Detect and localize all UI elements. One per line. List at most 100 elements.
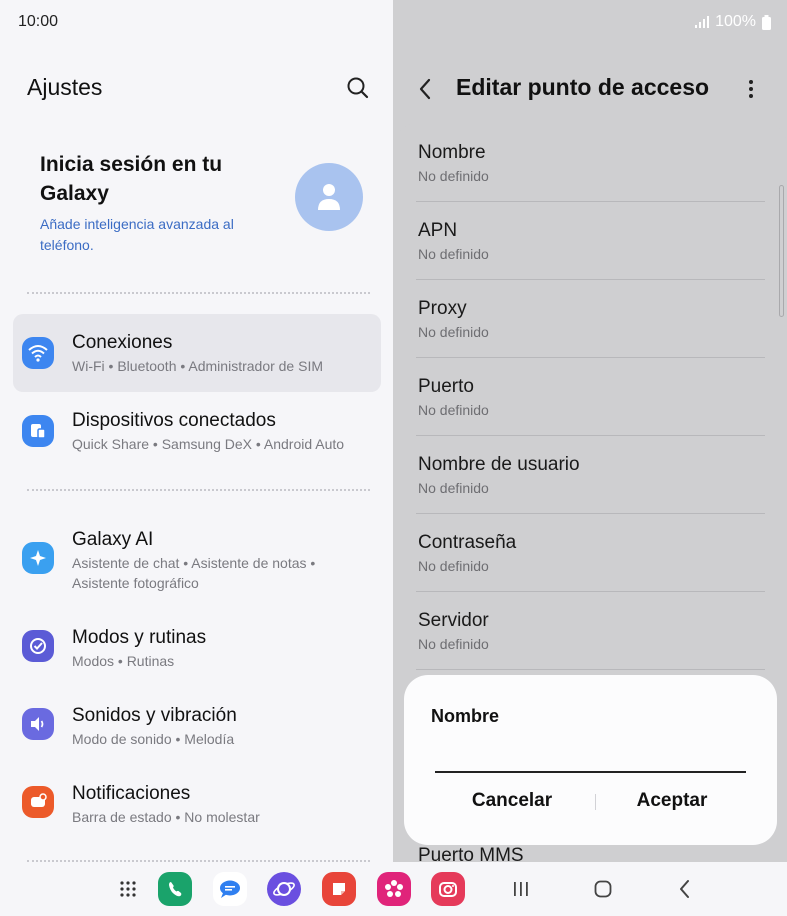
nav-back-button[interactable] — [670, 876, 700, 902]
menu-item-conexiones[interactable]: Conexiones Wi-Fi • Bluetooth • Administr… — [13, 314, 381, 392]
menu-item-notificaciones[interactable]: Notificaciones Barra de estado • No mole… — [13, 766, 381, 844]
home-button[interactable] — [588, 876, 618, 902]
name-dialog: Nombre Cancelar Aceptar — [404, 675, 777, 845]
menu-item-title: Galaxy AI — [72, 529, 154, 550]
check-circle-icon — [22, 630, 54, 662]
apn-row-value: No definido — [418, 558, 489, 574]
menu-item-subtitle: Barra de estado • No molestar — [72, 809, 260, 825]
battery-percent: 100% — [715, 13, 756, 30]
recents-icon — [514, 882, 528, 896]
apn-row-nombre[interactable]: Nombre No definido — [418, 142, 763, 184]
battery-icon — [762, 14, 771, 30]
status-time: 10:00 — [18, 13, 59, 30]
divider — [416, 201, 765, 202]
apn-row-value: No definido — [418, 324, 489, 340]
menu-item-title: Modos y rutinas — [72, 627, 207, 648]
apps-grid-button[interactable] — [111, 872, 145, 906]
apn-row-proxy[interactable]: Proxy No definido — [418, 298, 763, 340]
person-icon — [318, 184, 340, 210]
divider — [416, 591, 765, 592]
more-options-button[interactable] — [743, 76, 759, 102]
apn-row-value: No definido — [418, 168, 489, 184]
settings-pane: 10:00 Ajustes Inicia sesión en tu Galaxy… — [0, 0, 393, 916]
scrollbar[interactable] — [779, 185, 784, 317]
cancel-button[interactable]: Cancelar — [437, 783, 587, 819]
account-signin[interactable]: Inicia sesión en tu Galaxy Añade intelig… — [40, 150, 290, 256]
back-icon — [680, 880, 689, 898]
divider — [595, 794, 596, 810]
search-icon — [347, 77, 369, 99]
name-input[interactable] — [435, 735, 746, 773]
apn-row-apn[interactable]: APN No definido — [418, 220, 763, 262]
divider — [416, 513, 765, 514]
phone-app[interactable] — [158, 872, 192, 906]
divider — [416, 669, 765, 670]
taskbar — [0, 862, 787, 916]
apn-row-puerto[interactable]: Puerto No definido — [418, 376, 763, 418]
divider — [416, 357, 765, 358]
apn-row-value: No definido — [418, 402, 489, 418]
devices-icon — [22, 415, 54, 447]
apn-row-value: No definido — [418, 636, 489, 652]
menu-item-subtitle: Wi-Fi • Bluetooth • Administrador de SIM — [72, 358, 324, 374]
menu-item-subtitle: Modos • Rutinas — [72, 653, 175, 669]
menu-item-galaxy-ai[interactable]: Galaxy AI Asistente de chat • Asistente … — [13, 512, 381, 608]
notes-icon — [333, 883, 345, 895]
chevron-left-icon — [419, 78, 431, 100]
phone-icon — [169, 882, 182, 897]
back-button[interactable] — [415, 76, 437, 102]
apn-row-servidor[interactable]: Servidor No definido — [418, 610, 763, 652]
dialog-title: Nombre — [431, 706, 500, 726]
apps-grid-icon — [120, 881, 136, 897]
menu-item-subtitle: Asistente de chat • Asistente de notas •… — [72, 555, 316, 591]
avatar[interactable] — [295, 163, 363, 231]
menu-item-title: Sonidos y vibración — [72, 705, 237, 726]
menu-item-dispositivos[interactable]: Dispositivos conectados Quick Share • Sa… — [13, 392, 381, 470]
messages-icon — [220, 880, 240, 898]
home-icon — [594, 880, 612, 898]
gallery-app[interactable] — [377, 872, 411, 906]
apn-row-usuario[interactable]: Nombre de usuario No definido — [418, 454, 763, 496]
page-title: Ajustes — [27, 74, 103, 100]
camera-icon — [439, 882, 457, 897]
camera-app[interactable] — [431, 872, 465, 906]
account-subtitle: Añade inteligencia avanzada al teléfono. — [40, 216, 234, 253]
menu-item-title: Notificaciones — [72, 783, 191, 804]
menu-item-title: Dispositivos conectados — [72, 410, 276, 431]
wifi-icon — [22, 337, 54, 369]
accept-button[interactable]: Aceptar — [597, 783, 747, 819]
signal-icon — [695, 16, 710, 28]
messages-app[interactable] — [213, 872, 247, 906]
apn-row-title: Contraseña — [418, 532, 517, 553]
notification-icon — [22, 786, 54, 818]
divider — [27, 292, 370, 294]
status-indicators: 100% — [695, 13, 771, 31]
apn-row-title: APN — [418, 220, 458, 241]
apn-row-value: No definido — [418, 480, 489, 496]
internet-icon — [273, 882, 295, 896]
volume-icon — [22, 708, 54, 740]
internet-app[interactable] — [267, 872, 301, 906]
apn-row-title: Servidor — [418, 610, 489, 631]
account-title: Inicia sesión en tu Galaxy — [40, 153, 223, 205]
menu-item-subtitle: Quick Share • Samsung DeX • Android Auto — [72, 436, 345, 452]
menu-item-sonidos[interactable]: Sonidos y vibración Modo de sonido • Mel… — [13, 688, 381, 766]
menu-item-modos[interactable]: Modos y rutinas Modos • Rutinas — [13, 610, 381, 688]
menu-item-title: Conexiones — [72, 332, 173, 353]
editor-title: Editar punto de acceso — [456, 74, 710, 100]
apn-row-title: Proxy — [418, 298, 467, 319]
apn-row-value: No definido — [418, 246, 489, 262]
divider — [416, 279, 765, 280]
notes-app[interactable] — [322, 872, 356, 906]
recents-button[interactable] — [506, 876, 536, 902]
search-button[interactable] — [344, 74, 372, 102]
divider — [416, 435, 765, 436]
apn-row-title: Puerto — [418, 376, 474, 397]
divider — [27, 489, 370, 491]
apn-row-contrasena[interactable]: Contraseña No definido — [418, 532, 763, 574]
menu-item-subtitle: Modo de sonido • Melodía — [72, 731, 235, 747]
apn-row-title: Nombre de usuario — [418, 454, 580, 475]
sparkle-icon — [22, 542, 54, 574]
flower-icon — [385, 880, 403, 897]
apn-row-title: Nombre — [418, 142, 486, 163]
